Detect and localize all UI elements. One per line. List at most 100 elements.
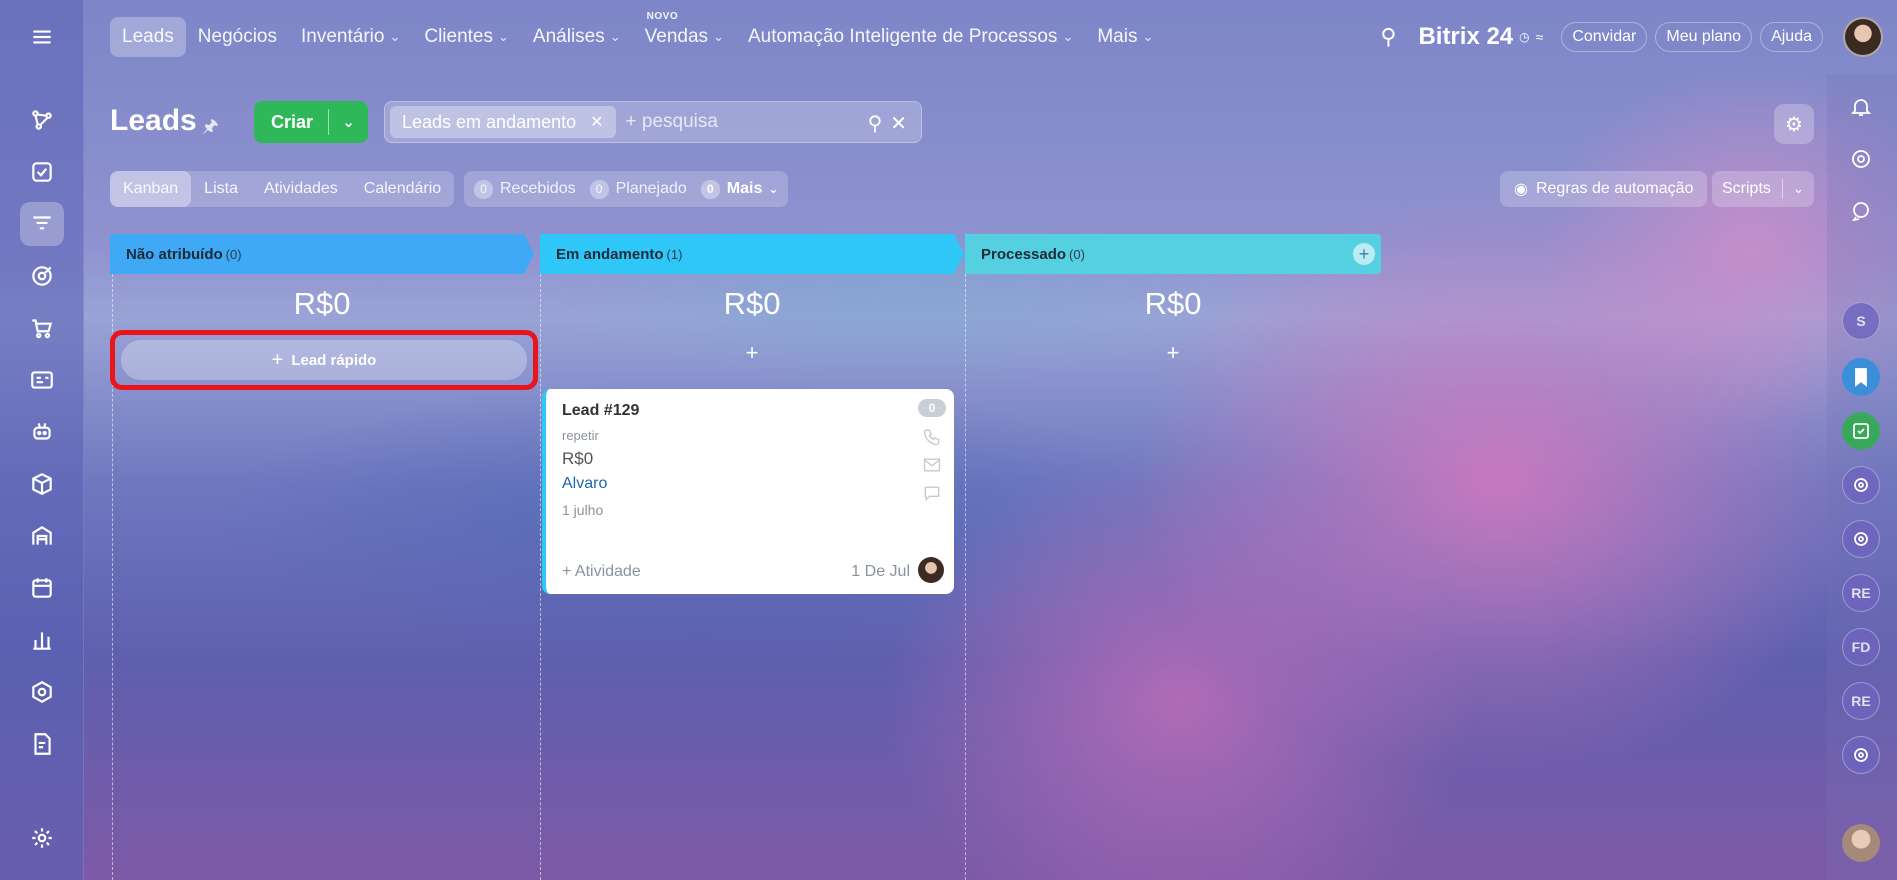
column-header[interactable]: Em andamento (1) (540, 234, 964, 274)
contact-card-icon[interactable] (20, 358, 64, 402)
flow-icon[interactable] (20, 98, 64, 142)
lead-card[interactable]: Lead #129 repetir R$0 Alvaro 1 julho 0 +… (542, 389, 954, 594)
calendar-icon[interactable] (20, 566, 64, 610)
nav-item-label: Leads (122, 26, 174, 47)
gear-icon[interactable]: ⚙ (1774, 104, 1814, 144)
nav-item-7[interactable]: Mais ⌄ (1085, 17, 1165, 57)
nav-item-3[interactable]: Clientes ⌄ (412, 17, 521, 57)
lead-title[interactable]: Lead #129 (562, 402, 639, 420)
document-sign-icon[interactable] (20, 722, 64, 766)
counter-planned[interactable]: 0 Planejado (589, 179, 687, 199)
crm-funnel-icon[interactable] (20, 202, 64, 246)
filter-search-box[interactable]: Leads em andamento ✕ ⚲ ✕ (384, 101, 922, 143)
chevron-down-icon[interactable]: ⌄ (329, 113, 368, 131)
tasks-icon[interactable] (20, 150, 64, 194)
chat-target-icon[interactable] (1842, 466, 1880, 504)
nav-item-0[interactable]: Leads (110, 17, 186, 57)
nav-item-label: Inventário (301, 26, 385, 47)
chat-avatar-s[interactable]: S (1842, 302, 1880, 340)
search-icon[interactable]: ⚲ (1380, 24, 1396, 50)
chat-target-icon-3[interactable] (1842, 736, 1880, 774)
quick-lead-button[interactable]: + Lead rápido (121, 340, 527, 380)
create-button-label: Criar (271, 111, 314, 132)
add-column-icon[interactable]: + (1353, 243, 1375, 265)
nav-item-4[interactable]: Análises ⌄ (521, 17, 633, 57)
pin-icon[interactable]: 🖈 (202, 114, 219, 144)
task-check-icon[interactable] (1842, 412, 1880, 450)
brand-logo: Bitrix 24 (1418, 23, 1514, 50)
activity-counter-badge: 0 (918, 399, 946, 417)
column-title: Não atribuído (126, 245, 223, 263)
scripts-button[interactable]: Scripts ⌄ (1712, 171, 1814, 207)
settings-icon[interactable] (20, 816, 64, 860)
warehouse-icon[interactable] (20, 514, 64, 558)
close-icon[interactable]: ✕ (590, 112, 603, 132)
add-lead-button[interactable]: + (965, 340, 1381, 366)
lead-date: 1 julho (562, 502, 604, 518)
menu-icon[interactable] (20, 15, 64, 59)
column-divider (540, 274, 541, 880)
chat-icon[interactable] (922, 483, 942, 503)
lead-amount: R$0 (562, 449, 594, 468)
search-icon[interactable]: ⚲ (868, 111, 883, 136)
create-button[interactable]: Criar ⌄ (254, 101, 368, 143)
counter-more[interactable]: 0 Mais ⌄ (700, 179, 778, 199)
filter-chip[interactable]: Leads em andamento ✕ (390, 106, 616, 138)
my-plan-button[interactable]: Meu plano (1655, 22, 1753, 52)
column-sum: R$0 (723, 286, 781, 321)
clear-icon[interactable]: ✕ (890, 111, 907, 136)
view-tab-0[interactable]: Kanban (110, 171, 192, 207)
sliders-icon[interactable]: ≈ (1536, 29, 1544, 45)
analytics-icon[interactable] (20, 618, 64, 662)
filter-chip-label: Leads em andamento (402, 111, 577, 132)
robot-icon[interactable] (20, 410, 64, 454)
mail-icon[interactable] (922, 455, 942, 475)
column-header[interactable]: Não atribuído (0) (110, 234, 534, 274)
view-tab-3[interactable]: Calendário (351, 171, 454, 207)
nav-item-label: Negócios (197, 26, 277, 47)
counter-badge: 0 (700, 179, 720, 199)
counter-received[interactable]: 0 Recebidos (474, 179, 576, 199)
nav-item-1[interactable]: Negócios (186, 17, 289, 57)
nav-item-5[interactable]: NOVO Vendas ⌄ (633, 11, 736, 57)
chat-avatar-fd[interactable]: FD (1842, 628, 1880, 666)
view-tab-2[interactable]: Atividades (251, 171, 351, 207)
scripts-label: Scripts (1722, 180, 1771, 197)
cart-icon[interactable] (20, 306, 64, 350)
help-button[interactable]: Ajuda (1760, 22, 1823, 52)
nav-item-label: Automação Inteligente de Processos (747, 26, 1058, 47)
automation-rules-button[interactable]: ◉ Regras de automação (1500, 171, 1708, 207)
view-tab-1[interactable]: Lista (191, 171, 251, 207)
nav-item-label: Vendas (644, 26, 709, 47)
invite-button[interactable]: Convidar (1561, 22, 1648, 52)
add-lead-button[interactable]: + (540, 340, 964, 366)
chat-avatar-re[interactable]: RE (1842, 574, 1880, 612)
chat-target-icon-2[interactable] (1842, 520, 1880, 558)
user-avatar[interactable] (1842, 824, 1880, 862)
chat-avatar-re-2[interactable]: RE (1842, 682, 1880, 720)
lead-subtitle: repetir (562, 428, 599, 443)
hexagon-icon[interactable] (20, 670, 64, 714)
box-icon[interactable] (20, 462, 64, 506)
column-sum: R$0 (293, 286, 351, 321)
search-input[interactable] (625, 111, 846, 133)
bell-icon[interactable] (1842, 88, 1880, 126)
lead-responsible[interactable]: Alvaro (562, 475, 607, 493)
robot-icon: ◉ (1514, 181, 1528, 198)
user-avatar[interactable] (1843, 17, 1883, 57)
column-header[interactable]: Processado (0) + (965, 234, 1381, 274)
messenger-icon[interactable] (1842, 192, 1880, 230)
add-activity-link[interactable]: + Atividade (562, 563, 641, 581)
responsible-avatar[interactable] (918, 557, 944, 583)
chevron-down-icon[interactable]: ⌄ (1783, 181, 1814, 197)
target-icon[interactable] (20, 254, 64, 298)
copilot-icon[interactable] (1842, 140, 1880, 178)
nav-item-2[interactable]: Inventário ⌄ (289, 17, 412, 57)
bookmark-icon[interactable] (1842, 358, 1880, 396)
counter-label: Recebidos (500, 180, 576, 197)
counter-label: Mais (726, 180, 763, 197)
plus-icon: + (271, 348, 284, 371)
phone-icon[interactable] (922, 427, 942, 447)
top-bar: Leads Negócios Inventário ⌄ Clientes ⌄ Análise… (84, 0, 1897, 74)
nav-item-6[interactable]: Automação Inteligente de Processos ⌄ (736, 17, 1085, 57)
